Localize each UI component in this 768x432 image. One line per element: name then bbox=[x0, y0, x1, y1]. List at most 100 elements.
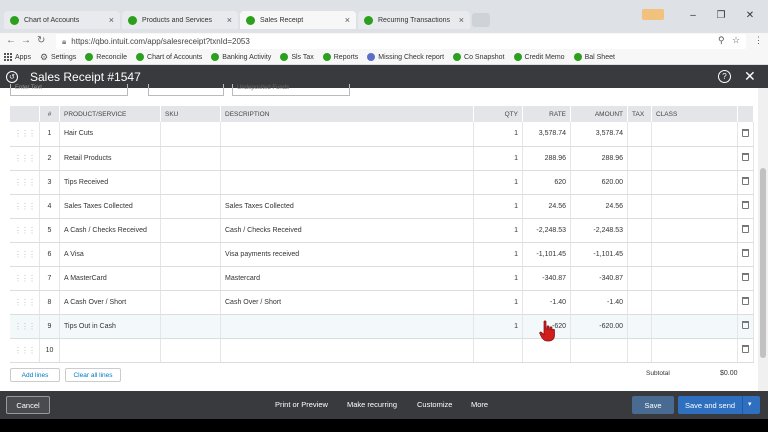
tab-recurring-transactions[interactable]: Recurring Transactions × bbox=[358, 11, 470, 29]
forward-icon[interactable]: → bbox=[21, 35, 31, 46]
product-service-cell[interactable]: Tips Received bbox=[59, 170, 161, 195]
description-cell[interactable] bbox=[220, 122, 474, 147]
amount-cell[interactable]: 288.96 bbox=[570, 146, 628, 171]
product-service-cell[interactable]: Tips Out in Cash bbox=[59, 314, 161, 339]
clear-all-lines-button[interactable]: Clear all lines bbox=[65, 368, 121, 382]
tab-chart-of-accounts[interactable]: Chart of Accounts × bbox=[4, 11, 120, 29]
tax-cell[interactable] bbox=[627, 122, 652, 147]
url-field[interactable]: 🔒︎ https://qbo.intuit.com/app/salesrecei… bbox=[56, 34, 746, 49]
tab-products-and-services[interactable]: Products and Services × bbox=[122, 11, 238, 29]
bookmark-co-snapshot[interactable]: Co Snapshot bbox=[453, 53, 505, 61]
bookmark-bal-sheet[interactable]: Bal Sheet bbox=[573, 53, 615, 61]
product-service-cell[interactable]: Hair Cuts bbox=[59, 122, 161, 147]
amount-cell[interactable] bbox=[570, 338, 628, 363]
trash-icon[interactable] bbox=[742, 273, 749, 281]
bookmark-apps[interactable]: Apps bbox=[4, 53, 31, 61]
sku-cell[interactable] bbox=[160, 146, 221, 171]
amount-cell[interactable]: 3,578.74 bbox=[570, 122, 628, 147]
scrollbar-thumb[interactable] bbox=[760, 168, 766, 358]
drag-handle-icon[interactable]: ⋮⋮⋮ bbox=[10, 338, 40, 363]
qty-cell[interactable]: 1 bbox=[473, 314, 523, 339]
save-button[interactable]: Save bbox=[632, 396, 674, 414]
delete-row-cell[interactable] bbox=[737, 170, 754, 195]
customize-button[interactable]: Customize bbox=[417, 400, 452, 409]
table-row[interactable]: ⋮⋮⋮ 2 Retail Products 1 288.96 288.96 bbox=[10, 146, 754, 171]
top-field-2[interactable] bbox=[148, 84, 224, 96]
window-close-icon[interactable]: ✕ bbox=[743, 10, 757, 21]
drag-handle-icon[interactable]: ⋮⋮⋮ bbox=[10, 242, 40, 267]
tax-cell[interactable] bbox=[627, 218, 652, 243]
delete-row-cell[interactable] bbox=[737, 266, 754, 291]
class-cell[interactable] bbox=[651, 290, 738, 315]
class-cell[interactable] bbox=[651, 266, 738, 291]
description-cell[interactable]: Sales Taxes Collected bbox=[220, 194, 474, 219]
description-cell[interactable]: Mastercard bbox=[220, 266, 474, 291]
bookmark-star-icon[interactable]: ☆ bbox=[732, 35, 740, 46]
tax-cell[interactable] bbox=[627, 314, 652, 339]
class-cell[interactable] bbox=[651, 122, 738, 147]
amount-cell[interactable]: -1.40 bbox=[570, 290, 628, 315]
description-cell[interactable]: Cash / Checks Received bbox=[220, 218, 474, 243]
trash-icon[interactable] bbox=[742, 321, 749, 329]
qty-cell[interactable] bbox=[473, 338, 523, 363]
delete-row-cell[interactable] bbox=[737, 122, 754, 147]
class-cell[interactable] bbox=[651, 314, 738, 339]
table-row[interactable]: ⋮⋮⋮ 5 A Cash / Checks Received Cash / Check… bbox=[10, 218, 754, 243]
back-icon[interactable]: ← bbox=[6, 35, 16, 46]
trash-icon[interactable] bbox=[742, 225, 749, 233]
drag-handle-icon[interactable]: ⋮⋮⋮ bbox=[10, 290, 40, 315]
drag-handle-icon[interactable]: ⋮⋮⋮ bbox=[10, 122, 40, 147]
class-cell[interactable] bbox=[651, 338, 738, 363]
tax-cell[interactable] bbox=[627, 242, 652, 267]
recent-transactions-icon[interactable]: ↺ bbox=[6, 70, 18, 83]
close-tab-icon[interactable]: × bbox=[345, 15, 350, 25]
trash-icon[interactable] bbox=[742, 128, 749, 137]
rate-cell[interactable]: 3,578.74 bbox=[522, 122, 571, 147]
more-button[interactable]: More bbox=[471, 400, 488, 409]
delete-row-cell[interactable] bbox=[737, 146, 754, 171]
qty-cell[interactable]: 1 bbox=[473, 242, 523, 267]
sku-cell[interactable] bbox=[160, 194, 221, 219]
bookmark-chart-of-accounts[interactable]: Chart of Accounts bbox=[136, 53, 202, 61]
product-service-cell[interactable]: A Visa bbox=[59, 242, 161, 267]
description-cell[interactable] bbox=[220, 170, 474, 195]
top-field-1[interactable]: Enter Text bbox=[10, 84, 128, 96]
delete-row-cell[interactable] bbox=[737, 314, 754, 339]
delete-row-cell[interactable] bbox=[737, 218, 754, 243]
rate-cell[interactable]: 620 bbox=[522, 170, 571, 195]
sku-cell[interactable] bbox=[160, 266, 221, 291]
bookmark-credit-memo[interactable]: Credit Memo bbox=[513, 53, 565, 61]
delete-row-cell[interactable] bbox=[737, 338, 754, 363]
product-service-cell[interactable]: A Cash Over / Short bbox=[59, 290, 161, 315]
add-lines-button[interactable]: Add lines bbox=[10, 368, 60, 382]
amount-cell[interactable]: -340.87 bbox=[570, 266, 628, 291]
product-service-cell[interactable] bbox=[59, 338, 161, 363]
close-tab-icon[interactable]: × bbox=[227, 15, 232, 25]
make-recurring-button[interactable]: Make recurring bbox=[347, 400, 397, 409]
class-cell[interactable] bbox=[651, 242, 738, 267]
qty-cell[interactable]: 1 bbox=[473, 194, 523, 219]
drag-handle-icon[interactable]: ⋮⋮⋮ bbox=[10, 194, 40, 219]
search-icon[interactable]: ⚲ bbox=[718, 35, 725, 46]
drag-handle-icon[interactable]: ⋮⋮⋮ bbox=[10, 314, 40, 339]
amount-cell[interactable]: -620.00 bbox=[570, 314, 628, 339]
table-row[interactable]: ⋮⋮⋮ 1 Hair Cuts 1 3,578.74 3,578.74 bbox=[10, 122, 754, 147]
drag-handle-icon[interactable]: ⋮⋮⋮ bbox=[10, 266, 40, 291]
trash-icon[interactable] bbox=[742, 201, 749, 209]
reload-icon[interactable]: ↻ bbox=[37, 35, 45, 46]
product-service-cell[interactable]: A Cash / Checks Received bbox=[59, 218, 161, 243]
tax-cell[interactable] bbox=[627, 290, 652, 315]
trash-icon[interactable] bbox=[742, 153, 749, 161]
qty-cell[interactable]: 1 bbox=[473, 290, 523, 315]
table-row[interactable]: ⋮⋮⋮ 9 Tips Out in Cash 1 -620 -620.00 bbox=[10, 314, 754, 339]
sku-cell[interactable] bbox=[160, 218, 221, 243]
delete-row-cell[interactable] bbox=[737, 194, 754, 219]
trash-icon[interactable] bbox=[742, 249, 749, 257]
qty-cell[interactable]: 1 bbox=[473, 122, 523, 147]
bookmark-reconcile[interactable]: Reconcile bbox=[85, 53, 127, 61]
table-row[interactable]: ⋮⋮⋮ 7 A MasterCard Mastercard 1 -340.87 -340.8… bbox=[10, 266, 754, 291]
profile-badge[interactable] bbox=[642, 9, 664, 20]
rate-cell[interactable]: -340.87 bbox=[522, 266, 571, 291]
trash-icon[interactable] bbox=[742, 345, 749, 353]
product-service-cell[interactable]: A MasterCard bbox=[59, 266, 161, 291]
